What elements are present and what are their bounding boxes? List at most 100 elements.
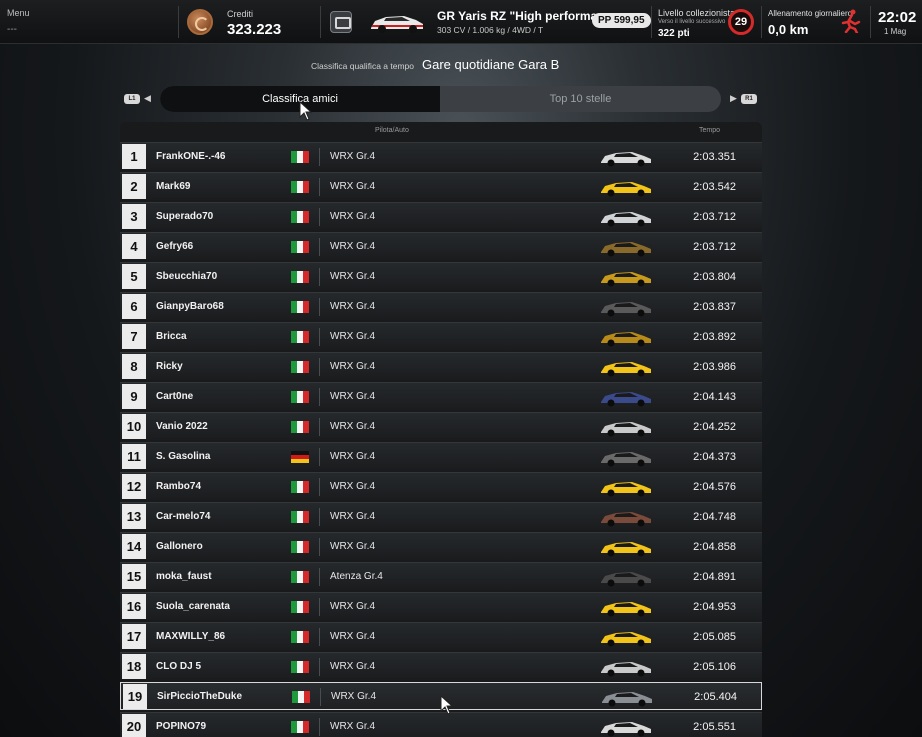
italy-flag-icon	[291, 361, 309, 373]
italy-flag-icon	[291, 571, 309, 583]
menu-label[interactable]: Menu	[7, 8, 30, 18]
l1-button-icon[interactable]: L1	[124, 94, 140, 104]
lap-time: 2:04.143	[693, 391, 736, 403]
table-row[interactable]: 16 Suola_carenata WRX Gr.4 2:04.953	[120, 592, 762, 620]
player-name: Gefry66	[156, 241, 194, 252]
table-row[interactable]: 11 S. Gasolina WRX Gr.4 2:04.373	[120, 442, 762, 470]
player-name: S. Gasolina	[156, 451, 211, 462]
table-row[interactable]: 9 Cart0ne WRX Gr.4 2:04.143	[120, 382, 762, 410]
lap-time: 2:03.837	[693, 301, 736, 313]
column-header-driver-car: Pilota/Auto	[375, 127, 409, 134]
table-row[interactable]: 14 Gallonero WRX Gr.4 2:04.858	[120, 532, 762, 560]
divider	[319, 718, 320, 736]
divider	[319, 358, 320, 376]
car-model: WRX Gr.4	[330, 151, 376, 162]
divider	[319, 238, 320, 256]
mouse-cursor-icon	[299, 101, 313, 121]
collector-points: 322 pti	[658, 28, 690, 39]
player-name: Sbeucchia70	[156, 271, 218, 282]
table-row[interactable]: 4 Gefry66 WRX Gr.4 2:03.712	[120, 232, 762, 260]
tab-top-10-stars[interactable]: Top 10 stelle	[440, 86, 721, 112]
car-model: WRX Gr.4	[330, 331, 376, 342]
italy-flag-icon	[291, 421, 309, 433]
current-car-thumbnail	[371, 16, 423, 33]
italy-flag-icon	[291, 631, 309, 643]
player-name: Suola_carenata	[156, 601, 230, 612]
divider	[319, 298, 320, 316]
divider	[319, 208, 320, 226]
table-row[interactable]: 8 Ricky WRX Gr.4 2:03.986	[120, 352, 762, 380]
divider	[319, 418, 320, 436]
table-row[interactable]: 6 GianpyBaro68 WRX Gr.4 2:03.837	[120, 292, 762, 320]
italy-flag-icon	[291, 211, 309, 223]
divider	[319, 628, 320, 646]
table-row[interactable]: 15 moka_faust Atenza Gr.4 2:04.891	[120, 562, 762, 590]
car-model: WRX Gr.4	[330, 721, 376, 732]
divider	[319, 658, 320, 676]
garage-icon[interactable]	[330, 11, 352, 33]
mouse-cursor-icon	[440, 695, 454, 715]
rank-number: 19	[123, 684, 147, 709]
car-model: Atenza Gr.4	[330, 571, 383, 582]
car-model: WRX Gr.4	[330, 181, 376, 192]
lap-time: 2:03.712	[693, 241, 736, 253]
divider	[319, 388, 320, 406]
lap-time: 2:04.373	[693, 451, 736, 463]
table-row[interactable]: 7 Bricca WRX Gr.4 2:03.892	[120, 322, 762, 350]
italy-flag-icon	[291, 151, 309, 163]
italy-flag-icon	[291, 481, 309, 493]
car-model: WRX Gr.4	[330, 391, 376, 402]
rank-number: 13	[122, 504, 146, 529]
arrow-left-icon[interactable]: ◀	[144, 93, 151, 104]
table-row[interactable]: 2 Mark69 WRX Gr.4 2:03.542	[120, 172, 762, 200]
italy-flag-icon	[292, 691, 310, 703]
italy-flag-icon	[291, 601, 309, 613]
lap-time: 2:04.953	[693, 601, 736, 613]
table-row[interactable]: 18 CLO DJ 5 WRX Gr.4 2:05.106	[120, 652, 762, 680]
italy-flag-icon	[291, 301, 309, 313]
lap-time: 2:05.106	[693, 661, 736, 673]
clock-time: 22:02	[878, 9, 917, 26]
table-row[interactable]: 20 POPINO79 WRX Gr.4 2:05.551	[120, 712, 762, 737]
collector-level-sub: Verso il livello successivo	[658, 19, 726, 25]
table-row[interactable]: 10 Vanio 2022 WRX Gr.4 2:04.252	[120, 412, 762, 440]
collector-level-label: Livello collezionista	[658, 8, 736, 18]
car-model: WRX Gr.4	[330, 451, 376, 462]
table-row[interactable]: 13 Car-melo74 WRX Gr.4 2:04.748	[120, 502, 762, 530]
divider	[320, 6, 321, 38]
table-row[interactable]: 1 FrankONE-.-46 WRX Gr.4 2:03.351	[120, 142, 762, 170]
italy-flag-icon	[291, 181, 309, 193]
player-name: POPINO79	[156, 721, 207, 732]
table-row[interactable]: 3 Superado70 WRX Gr.4 2:03.712	[120, 202, 762, 230]
rank-number: 18	[122, 654, 146, 679]
runner-icon	[841, 9, 861, 33]
page-title: Gare quotidiane Gara B	[422, 57, 560, 72]
table-row[interactable]: 12 Rambo74 WRX Gr.4 2:04.576	[120, 472, 762, 500]
divider	[319, 508, 320, 526]
arrow-right-icon[interactable]: ▶	[730, 93, 737, 104]
lap-time: 2:04.858	[693, 541, 736, 553]
divider	[319, 268, 320, 286]
rank-number: 3	[122, 204, 146, 229]
player-name: Bricca	[156, 331, 187, 342]
r1-button-icon[interactable]: R1	[741, 94, 757, 104]
player-name: FrankONE-.-46	[156, 151, 226, 162]
table-row[interactable]: 17 MAXWILLY_86 WRX Gr.4 2:05.085	[120, 622, 762, 650]
divider	[651, 6, 652, 38]
rank-number: 11	[122, 444, 146, 469]
rank-number: 15	[122, 564, 146, 589]
rank-number: 1	[122, 144, 146, 169]
car-model: WRX Gr.4	[330, 241, 376, 252]
italy-flag-icon	[291, 661, 309, 673]
car-model: WRX Gr.4	[330, 661, 376, 672]
lap-time: 2:03.986	[693, 361, 736, 373]
rank-number: 16	[122, 594, 146, 619]
player-name: moka_faust	[156, 571, 212, 582]
table-row[interactable]: 5 Sbeucchia70 WRX Gr.4 2:03.804	[120, 262, 762, 290]
divider	[319, 448, 320, 466]
car-model: WRX Gr.4	[330, 421, 376, 432]
column-header-time: Tempo	[699, 127, 721, 134]
lap-time: 2:03.892	[693, 331, 736, 343]
lap-time: 2:04.891	[693, 571, 736, 583]
lap-time: 2:05.551	[693, 721, 736, 733]
